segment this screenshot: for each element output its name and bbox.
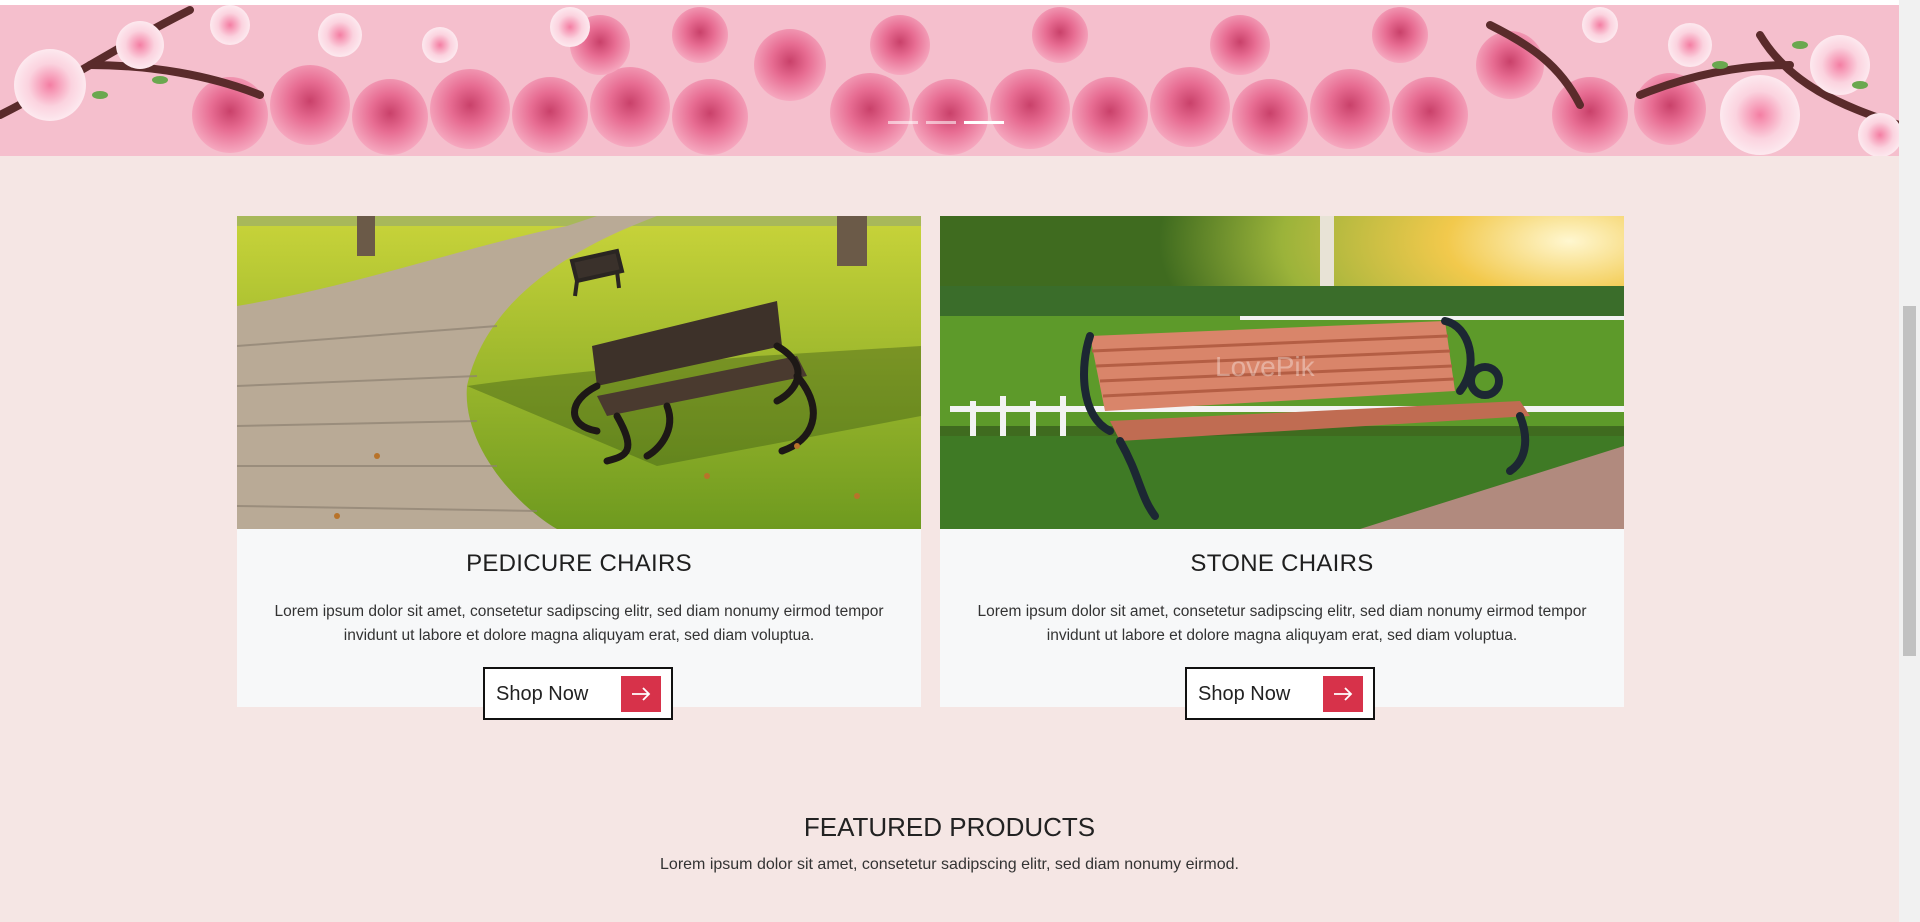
page-scrollbar[interactable] xyxy=(1899,0,1920,922)
slider-dot-active[interactable] xyxy=(964,121,1004,124)
featured-products-title: FEATURED PRODUCTS xyxy=(803,812,1096,842)
shop-now-label: Shop Now xyxy=(1198,683,1291,705)
hero-banner xyxy=(0,5,1899,156)
shop-now-button[interactable]: Shop Now xyxy=(1185,667,1375,720)
card-description: Lorem ipsum dolor sit amet, consetetur s… xyxy=(977,603,1587,644)
shop-now-button[interactable]: Shop Now xyxy=(483,667,673,720)
slider-dot[interactable] xyxy=(888,121,918,124)
arrow-right-icon xyxy=(1323,676,1363,712)
hero-roses-image xyxy=(0,5,1899,156)
card-title: PEDICURE CHAIRS xyxy=(466,550,692,577)
slider-indicators xyxy=(888,121,1004,124)
card-title: STONE CHAIRS xyxy=(1190,550,1374,577)
slider-dot[interactable] xyxy=(926,121,956,124)
scrollbar-thumb[interactable] xyxy=(1903,306,1916,656)
shop-now-label: Shop Now xyxy=(496,683,589,705)
featured-products-subtitle: Lorem ipsum dolor sit amet, consetetur s… xyxy=(660,856,1239,873)
category-card-stone-chairs: LovePik STONE CHAIRS Lorem ipsum dolor s… xyxy=(940,216,1624,707)
arrow-right-icon xyxy=(621,676,661,712)
category-card-pedicure-chairs: PEDICURE CHAIRS Lorem ipsum dolor sit am… xyxy=(237,216,921,707)
sunlit-park-bench-image: LovePik xyxy=(940,216,1624,529)
card-description: Lorem ipsum dolor sit amet, consetetur s… xyxy=(274,603,884,644)
park-bench-path-image xyxy=(237,216,921,529)
watermark: LovePik xyxy=(1215,351,1316,382)
